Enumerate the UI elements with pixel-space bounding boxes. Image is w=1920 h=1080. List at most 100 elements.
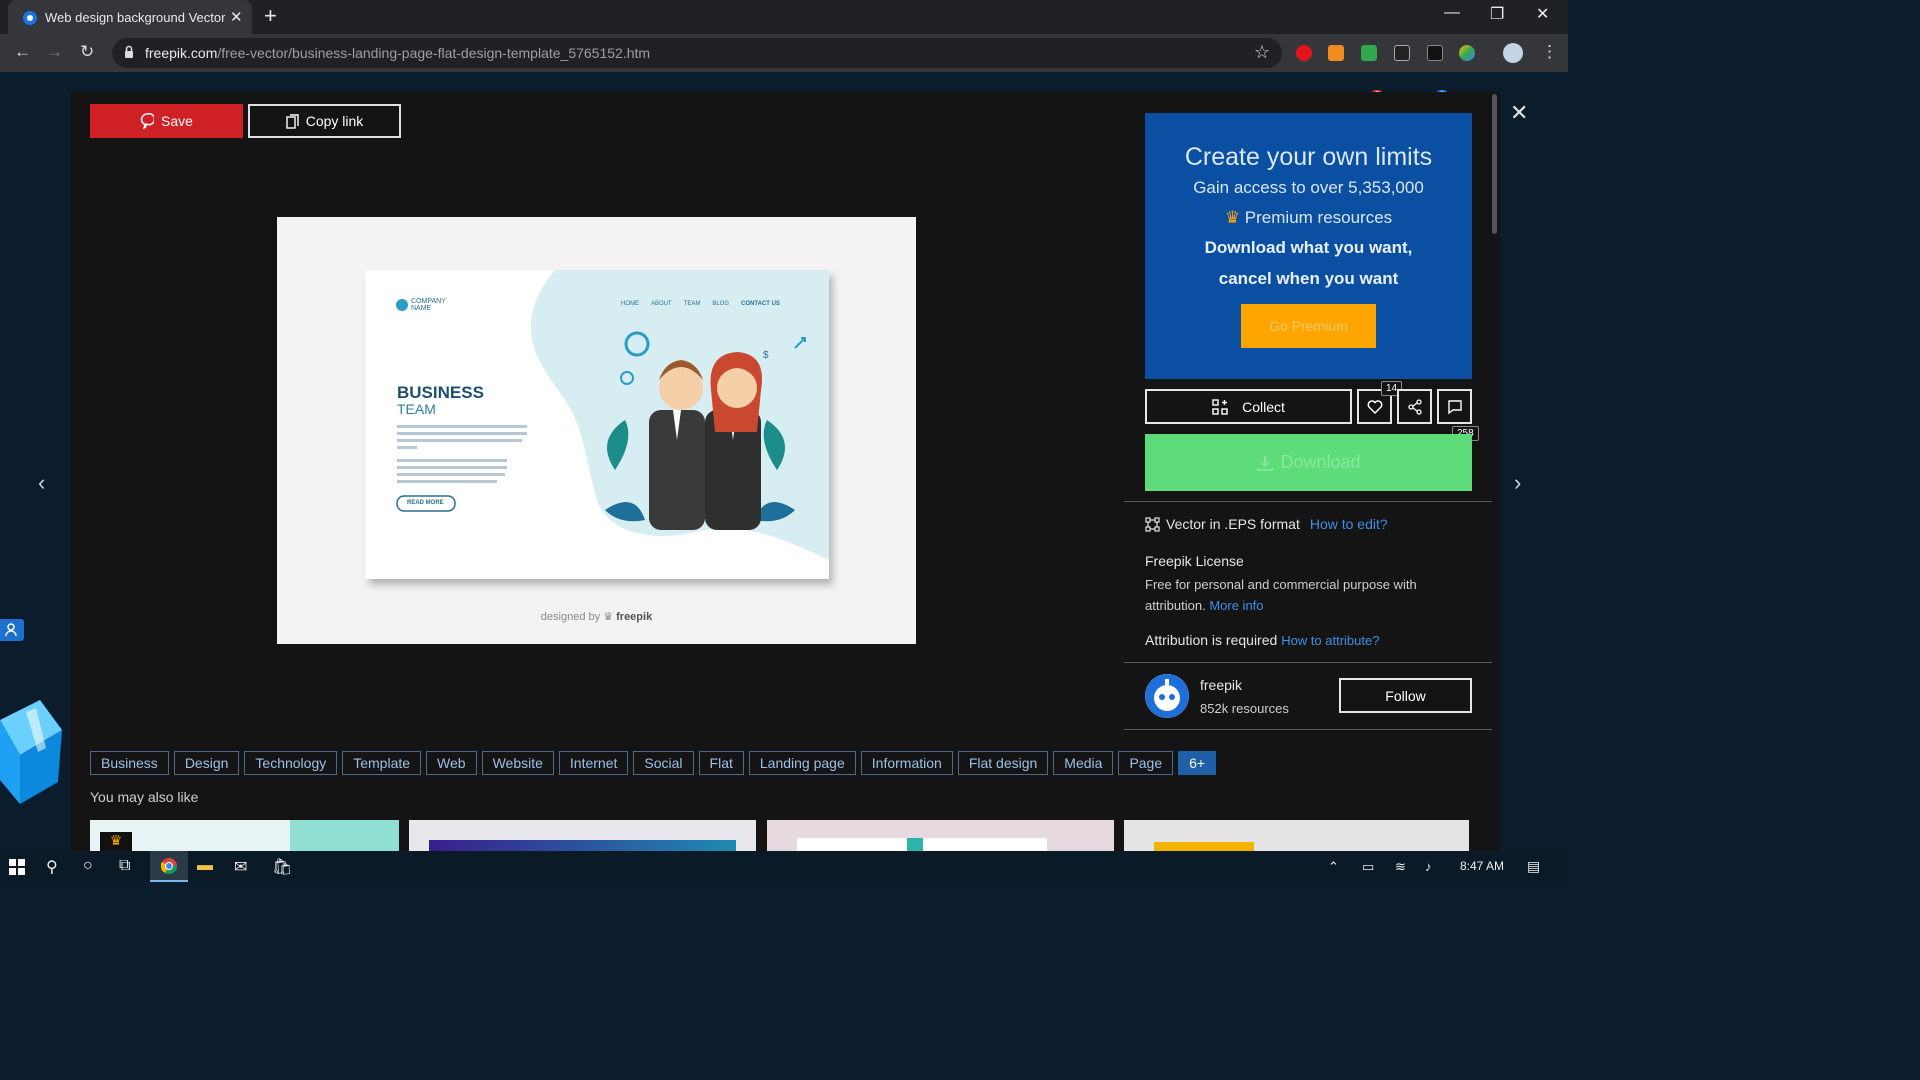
heart-icon (1367, 399, 1382, 414)
premium-crown-icon: ♛ (100, 832, 132, 852)
mockup-heading: BUSINESS (397, 383, 484, 402)
related-thumbnail[interactable] (409, 820, 756, 852)
tag[interactable]: Landing page (748, 751, 856, 775)
tag[interactable]: Website (481, 751, 554, 775)
tab-close-icon[interactable]: ✕ (230, 8, 243, 26)
extension-box-icon[interactable] (1427, 45, 1443, 61)
how-to-edit-link[interactable]: How to edit? (1310, 516, 1388, 532)
divider (1124, 501, 1492, 502)
extension-green-check-icon[interactable] (1361, 45, 1377, 61)
license-text-2-row: attribution. More info (1145, 598, 1264, 613)
cortana-icon[interactable]: ○ (83, 857, 93, 875)
credit-prefix: designed by (540, 611, 601, 623)
follow-button[interactable]: Follow (1339, 678, 1472, 713)
divider (1124, 662, 1492, 663)
tag[interactable]: Flat design (957, 751, 1049, 775)
taskbar-clock[interactable]: 8:47 AM (1460, 859, 1504, 873)
bookmark-star-icon[interactable]: ☆ (1254, 42, 1270, 63)
attribution-row: Attribution is required How to attribute… (1145, 632, 1379, 648)
copy-link-button[interactable]: Copy link (248, 104, 401, 138)
mockup-nav-item: ABOUT (651, 301, 672, 307)
resource-modal: Save Copy link ✕ $ COMPANY NAME HOME ABO… (70, 92, 1528, 852)
chrome-menu-icon[interactable]: ⋮ (1541, 42, 1558, 62)
download-icon (1257, 455, 1274, 471)
back-arrow-icon[interactable]: ← (14, 42, 31, 62)
minimize-icon[interactable]: — (1444, 4, 1460, 22)
restore-icon[interactable]: ❐ (1490, 4, 1504, 24)
tag[interactable]: Flat (698, 751, 744, 775)
tag[interactable]: Page (1118, 751, 1174, 775)
windows-start-icon[interactable] (9, 859, 25, 875)
tag[interactable]: Web (426, 751, 477, 775)
collect-icon (1212, 398, 1228, 415)
related-thumbnail[interactable]: ♛ (90, 820, 399, 852)
related-thumbnail[interactable] (767, 820, 1114, 852)
notification-icon[interactable]: ▤ (1527, 858, 1540, 875)
profile-avatar-icon[interactable] (1503, 43, 1523, 63)
tag[interactable]: Information (860, 751, 953, 775)
reload-icon[interactable]: ↻ (80, 42, 94, 62)
tag[interactable]: Social (633, 751, 694, 775)
promo-line-4: cancel when you want (1218, 269, 1399, 288)
tag[interactable]: Template (342, 751, 422, 775)
volume-icon[interactable]: ♪ (1425, 859, 1432, 874)
author-name[interactable]: freepik (1200, 677, 1242, 693)
file-explorer-icon[interactable]: ▬ (197, 857, 213, 875)
previous-arrow-icon[interactable]: ‹ (38, 470, 45, 496)
you-may-also-like-heading: You may also like (90, 789, 199, 805)
pinterest-save-button[interactable]: Save (90, 104, 243, 138)
license-text-2: attribution. (1145, 598, 1206, 613)
comment-icon (1447, 399, 1462, 414)
freepik-favicon-icon (23, 11, 37, 25)
tag[interactable]: Media (1053, 751, 1114, 775)
promo-line-3: Download what you want, (1204, 238, 1413, 257)
more-info-link[interactable]: More info (1209, 598, 1263, 613)
extension-drive-icon[interactable] (1459, 45, 1475, 61)
battery-icon[interactable]: ▭ (1362, 859, 1374, 875)
collect-label: Collect (1242, 398, 1285, 415)
mockup-subheading: TEAM (397, 401, 436, 417)
chrome-taskbar-button[interactable] (150, 851, 188, 882)
task-view-icon[interactable]: ⧉ (119, 857, 130, 875)
license-title: Freepik License (1145, 553, 1244, 569)
store-icon[interactable]: 🛍 (272, 857, 292, 877)
window-close-icon[interactable]: ✕ (1536, 4, 1549, 24)
author-resources: 852k resources (1200, 701, 1289, 716)
related-thumbnail[interactable] (1124, 820, 1469, 852)
promo-line-2: ♛ Premium resources (1145, 208, 1472, 228)
promo-line-1: Gain access to over 5,353,000 (1193, 178, 1424, 197)
collect-button[interactable]: Collect (1145, 389, 1352, 424)
new-tab-button[interactable]: + (264, 5, 277, 27)
svg-text:$: $ (763, 350, 769, 361)
author-avatar[interactable] (1145, 674, 1189, 718)
copy-label: Copy link (305, 113, 364, 129)
modal-scrollbar-thumb[interactable] (1492, 94, 1497, 234)
browser-tab[interactable]: Web design background Vector | ✕ (8, 0, 252, 34)
preview-image[interactable]: $ COMPANY NAME HOME ABOUT TEAM BLOG CONT… (277, 217, 916, 644)
tag-list: Business Design Technology Template Web … (90, 751, 1217, 775)
download-button[interactable]: Download (1145, 434, 1472, 491)
mail-icon[interactable]: ✉ (234, 857, 247, 877)
more-tags-button[interactable]: 6+ (1178, 751, 1217, 775)
comment-button[interactable] (1437, 389, 1472, 424)
forward-arrow-icon[interactable]: → (46, 42, 63, 62)
modal-close-icon[interactable]: ✕ (1510, 100, 1528, 126)
wifi-icon[interactable]: ≋ (1395, 859, 1406, 875)
how-to-attribute-link[interactable]: How to attribute? (1281, 633, 1379, 648)
tag[interactable]: Technology (244, 751, 338, 775)
tag[interactable]: Business (90, 751, 169, 775)
extension-red-icon[interactable] (1296, 45, 1312, 61)
next-arrow-icon[interactable]: › (1514, 470, 1521, 496)
url-host: freepik.com (145, 45, 218, 61)
tag[interactable]: Internet (558, 751, 629, 775)
tag[interactable]: Design (173, 751, 240, 775)
gift-box-icon[interactable] (0, 700, 62, 808)
search-icon[interactable]: ⚲ (46, 857, 58, 877)
extension-mail-icon[interactable] (1394, 45, 1410, 61)
go-premium-button[interactable]: Go Premium (1241, 304, 1376, 348)
share-button[interactable] (1397, 389, 1432, 424)
user-widget-icon[interactable] (0, 619, 24, 641)
address-bar[interactable]: freepik.com/free-vector/business-landing… (112, 38, 1282, 68)
system-tray-chevron-icon[interactable]: ⌃ (1328, 859, 1339, 875)
extension-orange-icon[interactable] (1328, 45, 1344, 61)
